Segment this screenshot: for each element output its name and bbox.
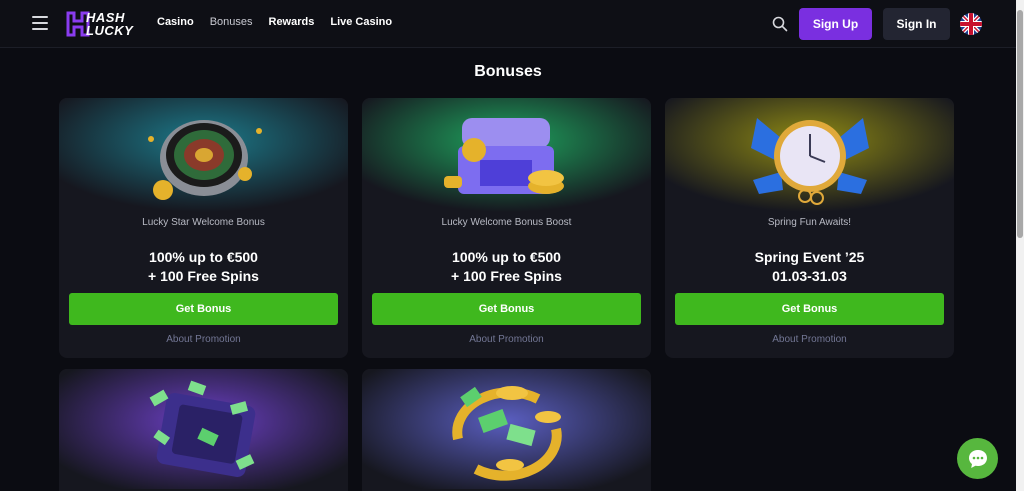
bonus-offer-line1: 100% up to €500 <box>149 249 258 265</box>
treasure-chest-icon <box>362 98 651 218</box>
page-scrollbar[interactable] <box>1016 0 1024 491</box>
bonus-card-cashback <box>362 369 651 491</box>
page-title: Bonuses <box>474 63 542 80</box>
logo[interactable]: HASH LUCKY <box>66 11 138 37</box>
uk-flag-icon[interactable] <box>960 13 982 35</box>
bonus-card-lucky-star: Lucky Star Welcome Bonus 100% up to €500… <box>59 98 348 358</box>
bonus-subtitle: Lucky Welcome Bonus Boost <box>441 217 572 228</box>
menu-icon[interactable] <box>32 16 48 30</box>
nav-live-casino[interactable]: Live Casino <box>330 16 392 28</box>
scrollbar-thumb[interactable] <box>1017 10 1023 238</box>
bonus-offer-line2: 01.03-31.03 <box>772 268 847 284</box>
roulette-wheel-icon <box>59 98 348 218</box>
bonus-offer: 100% up to €500 + 100 Free Spins <box>362 248 651 286</box>
logo-line2: LUCKY <box>86 23 134 38</box>
money-briefcase-icon <box>59 369 348 489</box>
cashback-coins-icon <box>362 369 651 489</box>
bonus-offer: 100% up to €500 + 100 Free Spins <box>59 248 348 286</box>
sign-up-button[interactable]: Sign Up <box>799 8 872 40</box>
bonus-card-welcome-boost: Lucky Welcome Bonus Boost 100% up to €50… <box>362 98 651 358</box>
nav-rewards[interactable]: Rewards <box>269 16 315 28</box>
get-bonus-button[interactable]: Get Bonus <box>675 293 944 325</box>
about-promotion-link[interactable]: About Promotion <box>59 334 348 345</box>
chat-bubble-icon <box>968 449 987 468</box>
bonus-card-spring-event: Spring Fun Awaits! Spring Event ’25 01.0… <box>665 98 954 358</box>
winged-pocket-watch-icon <box>665 98 954 218</box>
about-promotion-link[interactable]: About Promotion <box>665 334 954 345</box>
nav-bonuses[interactable]: Bonuses <box>210 16 253 28</box>
live-chat-button[interactable] <box>957 438 998 479</box>
bonus-card-cash <box>59 369 348 491</box>
sign-in-button[interactable]: Sign In <box>883 8 950 40</box>
bonus-offer: Spring Event ’25 01.03-31.03 <box>665 248 954 286</box>
main-nav: Casino Bonuses Rewards Live Casino <box>157 16 392 28</box>
bonus-subtitle: Spring Fun Awaits! <box>767 217 852 228</box>
top-header: HASH LUCKY Casino Bonuses Rewards Live C… <box>0 0 1016 48</box>
bonus-subtitle: Lucky Star Welcome Bonus <box>142 217 265 228</box>
bonus-offer-line1: 100% up to €500 <box>452 249 561 265</box>
get-bonus-button[interactable]: Get Bonus <box>372 293 641 325</box>
about-promotion-link[interactable]: About Promotion <box>362 334 651 345</box>
bonus-offer-line2: + 100 Free Spins <box>148 268 259 284</box>
search-icon[interactable] <box>772 16 788 32</box>
bonus-offer-line1: Spring Event ’25 <box>754 249 865 265</box>
logo-text: HASH LUCKY <box>86 11 133 37</box>
bonus-offer-line2: + 100 Free Spins <box>451 268 562 284</box>
get-bonus-button[interactable]: Get Bonus <box>69 293 338 325</box>
nav-casino[interactable]: Casino <box>157 16 194 28</box>
